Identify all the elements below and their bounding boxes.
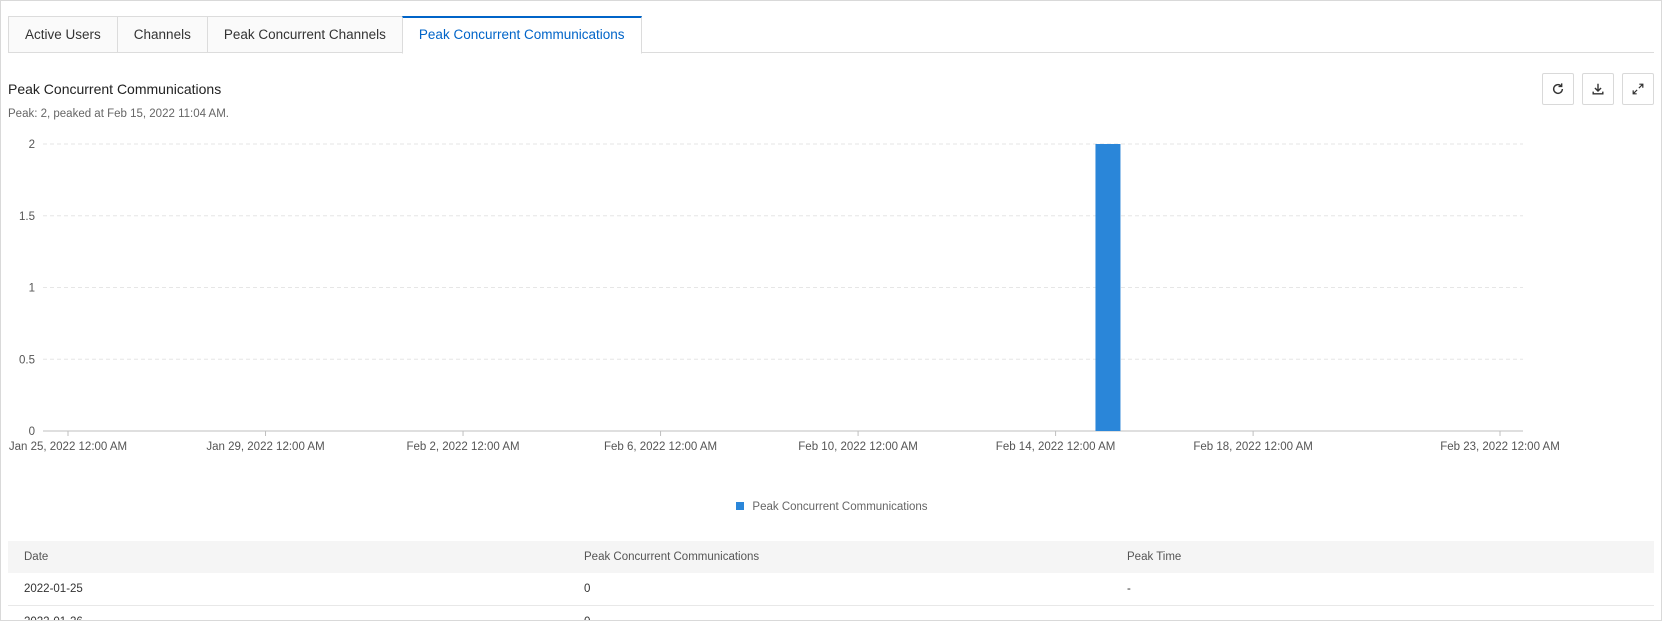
y-tick-label: 1.5 bbox=[19, 211, 35, 223]
y-tick-label: 0.5 bbox=[19, 354, 35, 366]
data-table: Date Peak Concurrent Communications Peak… bbox=[8, 541, 1654, 620]
fullscreen-icon bbox=[1632, 83, 1644, 95]
chart-toolbar bbox=[1542, 73, 1654, 105]
y-tick-label: 0 bbox=[29, 426, 35, 438]
column-header-date: Date bbox=[24, 551, 49, 563]
tab-bar: Active Users Channels Peak Concurrent Ch… bbox=[8, 16, 642, 54]
legend-label: Peak Concurrent Communications bbox=[752, 501, 928, 513]
bar bbox=[1095, 144, 1121, 431]
tab-divider bbox=[8, 52, 1654, 53]
refresh-button[interactable] bbox=[1542, 73, 1574, 105]
x-tick-label: Feb 10, 2022 12:00 AM bbox=[798, 441, 918, 453]
chart-legend[interactable]: Peak Concurrent Communications bbox=[1, 501, 1661, 513]
legend-swatch bbox=[736, 501, 745, 510]
peak-communications-chart: 0 0.5 1 1.5 2 Jan 25, 2022 12:00 AM Jan 29, 20… bbox=[9, 139, 1560, 453]
cell-peak: 0 bbox=[568, 616, 1111, 620]
x-tick-label: Jan 29, 2022 12:00 AM bbox=[206, 441, 324, 453]
refresh-icon bbox=[1552, 83, 1564, 95]
x-tick-label: Feb 23, 2022 12:00 AM bbox=[1440, 441, 1560, 453]
table-header: Date Peak Concurrent Communications Peak… bbox=[8, 541, 1654, 573]
chart-section-title: Peak Concurrent Communications bbox=[8, 81, 222, 97]
cell-peak-time: - bbox=[1127, 583, 1131, 595]
download-icon bbox=[1592, 83, 1604, 95]
x-tick-label: Feb 2, 2022 12:00 AM bbox=[406, 441, 519, 453]
cell-date: 2022-01-25 bbox=[24, 583, 83, 595]
cell-peak: 0 bbox=[584, 583, 591, 595]
cell-date: 2022-01-26 bbox=[8, 616, 568, 620]
x-tick-label: Feb 6, 2022 12:00 AM bbox=[604, 441, 717, 453]
column-header-peak-time: Peak Time bbox=[1127, 551, 1182, 563]
tab-active-users[interactable]: Active Users bbox=[8, 16, 117, 53]
column-header-peak: Peak Concurrent Communications bbox=[584, 551, 760, 563]
x-tick-label: Feb 14, 2022 12:00 AM bbox=[996, 441, 1116, 453]
y-tick-label: 1 bbox=[29, 283, 35, 295]
tab-peak-concurrent-channels[interactable]: Peak Concurrent Channels bbox=[206, 16, 402, 53]
panel-frame: Active Users Channels Peak Concurrent Ch… bbox=[0, 0, 1662, 621]
tab-peak-concurrent-communications[interactable]: Peak Concurrent Communications bbox=[401, 16, 642, 54]
table-row: 2022-01-26 0 bbox=[8, 606, 1654, 620]
x-tick-label: Jan 25, 2022 12:00 AM bbox=[9, 441, 127, 453]
peak-summary: Peak: 2, peaked at Feb 15, 2022 11:04 AM… bbox=[8, 108, 229, 120]
tab-channels[interactable]: Channels bbox=[116, 16, 207, 53]
table-row: 2022-01-25 0 - bbox=[8, 573, 1654, 606]
fullscreen-button[interactable] bbox=[1622, 73, 1654, 105]
download-button[interactable] bbox=[1582, 73, 1614, 105]
y-tick-label: 2 bbox=[29, 139, 35, 151]
x-tick-label: Feb 18, 2022 12:00 AM bbox=[1193, 441, 1313, 453]
